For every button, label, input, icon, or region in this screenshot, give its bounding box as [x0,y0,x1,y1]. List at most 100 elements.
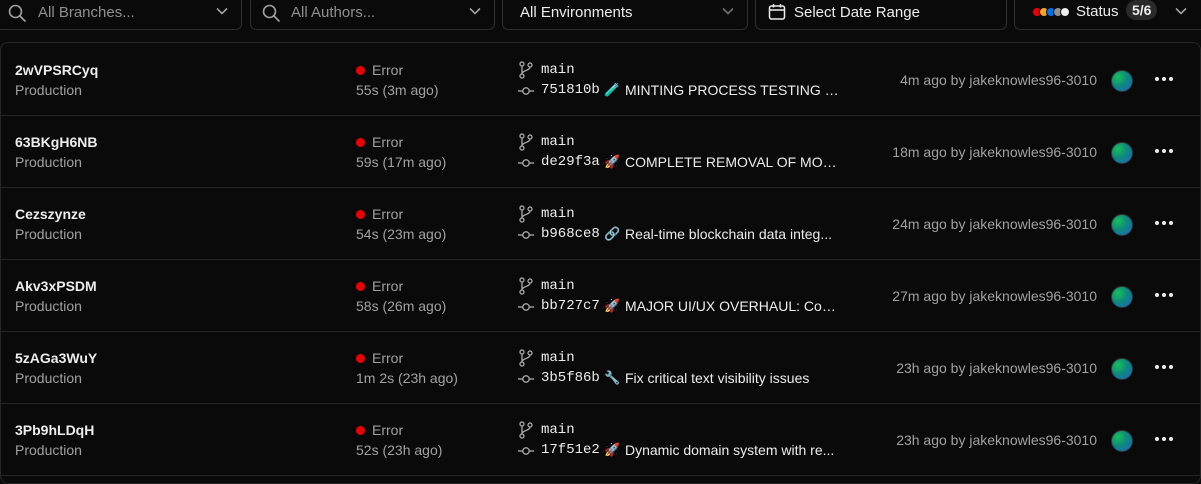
deployment-meta: 24m ago by jakeknowles96-3010 [892,216,1097,232]
dot [1155,293,1159,297]
deployment-id[interactable]: 5zAGa3WuY [15,350,97,366]
git-commit-icon [518,375,534,383]
branch-filter[interactable]: All Branches... [0,0,242,30]
deployment-status: Error [372,62,404,78]
dot [1155,365,1159,369]
error-status-dot [356,426,365,435]
commit-message[interactable]: Real-time blockchain data integ... [625,226,843,242]
dot [1162,149,1166,153]
deployment-id[interactable]: 3Pb9hLDqH [15,422,94,438]
commit-message[interactable]: Dynamic domain system with re... [625,442,843,458]
more-options-button[interactable] [1154,293,1176,299]
git-branch-icon [519,205,533,223]
date-range-picker[interactable]: Select Date Range [755,0,1007,30]
status-dot-ready [1060,7,1070,17]
git-commit-icon [518,447,534,455]
branch-name[interactable]: main [541,278,575,294]
commit-sha[interactable]: bb727c7 [541,298,600,314]
status-dots-icon [1032,7,1070,17]
chevron-down-icon [722,7,734,15]
error-status-dot [356,138,365,147]
dot [1169,293,1173,297]
branch-name[interactable]: main [541,134,575,150]
chevron-down-icon [216,7,228,15]
avatar[interactable] [1111,430,1133,452]
error-status-dot [356,66,365,75]
deployment-meta: 27m ago by jakeknowles96-3010 [892,288,1097,304]
avatar[interactable] [1111,286,1133,308]
branch-name[interactable]: main [541,62,575,78]
deployment-duration: 55s (3m ago) [356,82,439,98]
commit-message[interactable]: Fix critical text visibility issues [625,370,843,386]
deployment-status: Error [372,134,404,150]
deployment-status: Error [372,350,404,366]
deployment-environment: Production [15,442,82,458]
deployment-row[interactable]: 2wVPSRCyq Production Error 55s (3m ago) … [1,43,1200,116]
deployment-environment: Production [15,154,82,170]
deployment-id[interactable]: 2wVPSRCyq [15,62,98,78]
more-options-button[interactable] [1154,365,1176,371]
dot [1169,221,1173,225]
error-status-dot [356,282,365,291]
dot [1169,437,1173,441]
dot [1162,365,1166,369]
commit-sha[interactable]: b968ce8 [541,226,600,242]
git-branch-icon [519,277,533,295]
git-commit-icon [518,87,534,95]
branch-filter-placeholder: All Branches... [38,3,135,21]
deployment-id[interactable]: 63BKgH6NB [15,134,97,150]
more-options-button[interactable] [1154,149,1176,155]
commit-sha[interactable]: 751810b [541,82,600,98]
error-status-dot [356,354,365,363]
deployment-row[interactable]: 63BKgH6NB Production Error 59s (17m ago)… [1,115,1200,188]
commit-emoji-icon: 🚀 [604,442,621,457]
git-commit-icon [518,303,534,311]
deployment-status: Error [372,206,404,222]
avatar[interactable] [1111,358,1133,380]
commit-message[interactable]: MINTING PROCESS TESTING & F... [625,82,843,98]
environment-select[interactable]: All Environments [502,0,748,30]
deployment-row[interactable]: 5zAGa3WuY Production Error 1m 2s (23h ag… [1,331,1200,404]
commit-sha[interactable]: de29f3a [541,154,600,170]
commit-sha[interactable]: 3b5f86b [541,370,600,386]
deployment-environment: Production [15,298,82,314]
commit-message[interactable]: COMPLETE REMOVAL OF MOCK... [625,154,843,170]
commit-message[interactable]: MAJOR UI/UX OVERHAUL: Com... [625,298,843,314]
author-filter[interactable]: All Authors... [250,0,495,30]
commit-emoji-icon: 🚀 [604,154,621,169]
branch-name[interactable]: main [541,422,575,438]
git-branch-icon [519,133,533,151]
deployment-row[interactable]: Cezszynze Production Error 54s (23m ago)… [1,187,1200,260]
branch-name[interactable]: main [541,350,575,366]
deployment-row[interactable]: 3Pb9hLDqH Production Error 52s (23h ago)… [1,403,1200,476]
deployment-id[interactable]: Cezszynze [15,206,86,222]
deployment-meta: 18m ago by jakeknowles96-3010 [892,144,1097,160]
deployment-environment: Production [15,82,82,98]
avatar[interactable] [1111,214,1133,236]
status-filter-label: Status [1076,3,1119,20]
deployment-meta: 4m ago by jakeknowles96-3010 [900,72,1097,88]
deployment-meta: 23h ago by jakeknowles96-3010 [896,432,1097,448]
dot [1162,221,1166,225]
deployment-id[interactable]: Akv3xPSDM [15,278,97,294]
dot [1169,77,1173,81]
git-branch-icon [519,349,533,367]
dot [1169,149,1173,153]
status-filter[interactable]: Status 5/6 [1014,0,1201,30]
commit-sha[interactable]: 17f51e2 [541,442,600,458]
git-commit-icon [518,159,534,167]
commit-emoji-icon: 🚀 [604,298,621,313]
more-options-button[interactable] [1154,437,1176,443]
deployment-meta: 23h ago by jakeknowles96-3010 [896,360,1097,376]
avatar[interactable] [1111,142,1133,164]
search-icon [8,4,26,22]
error-status-dot [356,210,365,219]
avatar[interactable] [1111,70,1133,92]
deployment-row[interactable]: Akv3xPSDM Production Error 58s (26m ago)… [1,259,1200,332]
deployment-status: Error [372,278,404,294]
deployment-duration: 59s (17m ago) [356,154,447,170]
branch-name[interactable]: main [541,206,575,222]
search-icon [262,4,280,22]
more-options-button[interactable] [1154,221,1176,227]
more-options-button[interactable] [1154,77,1176,83]
